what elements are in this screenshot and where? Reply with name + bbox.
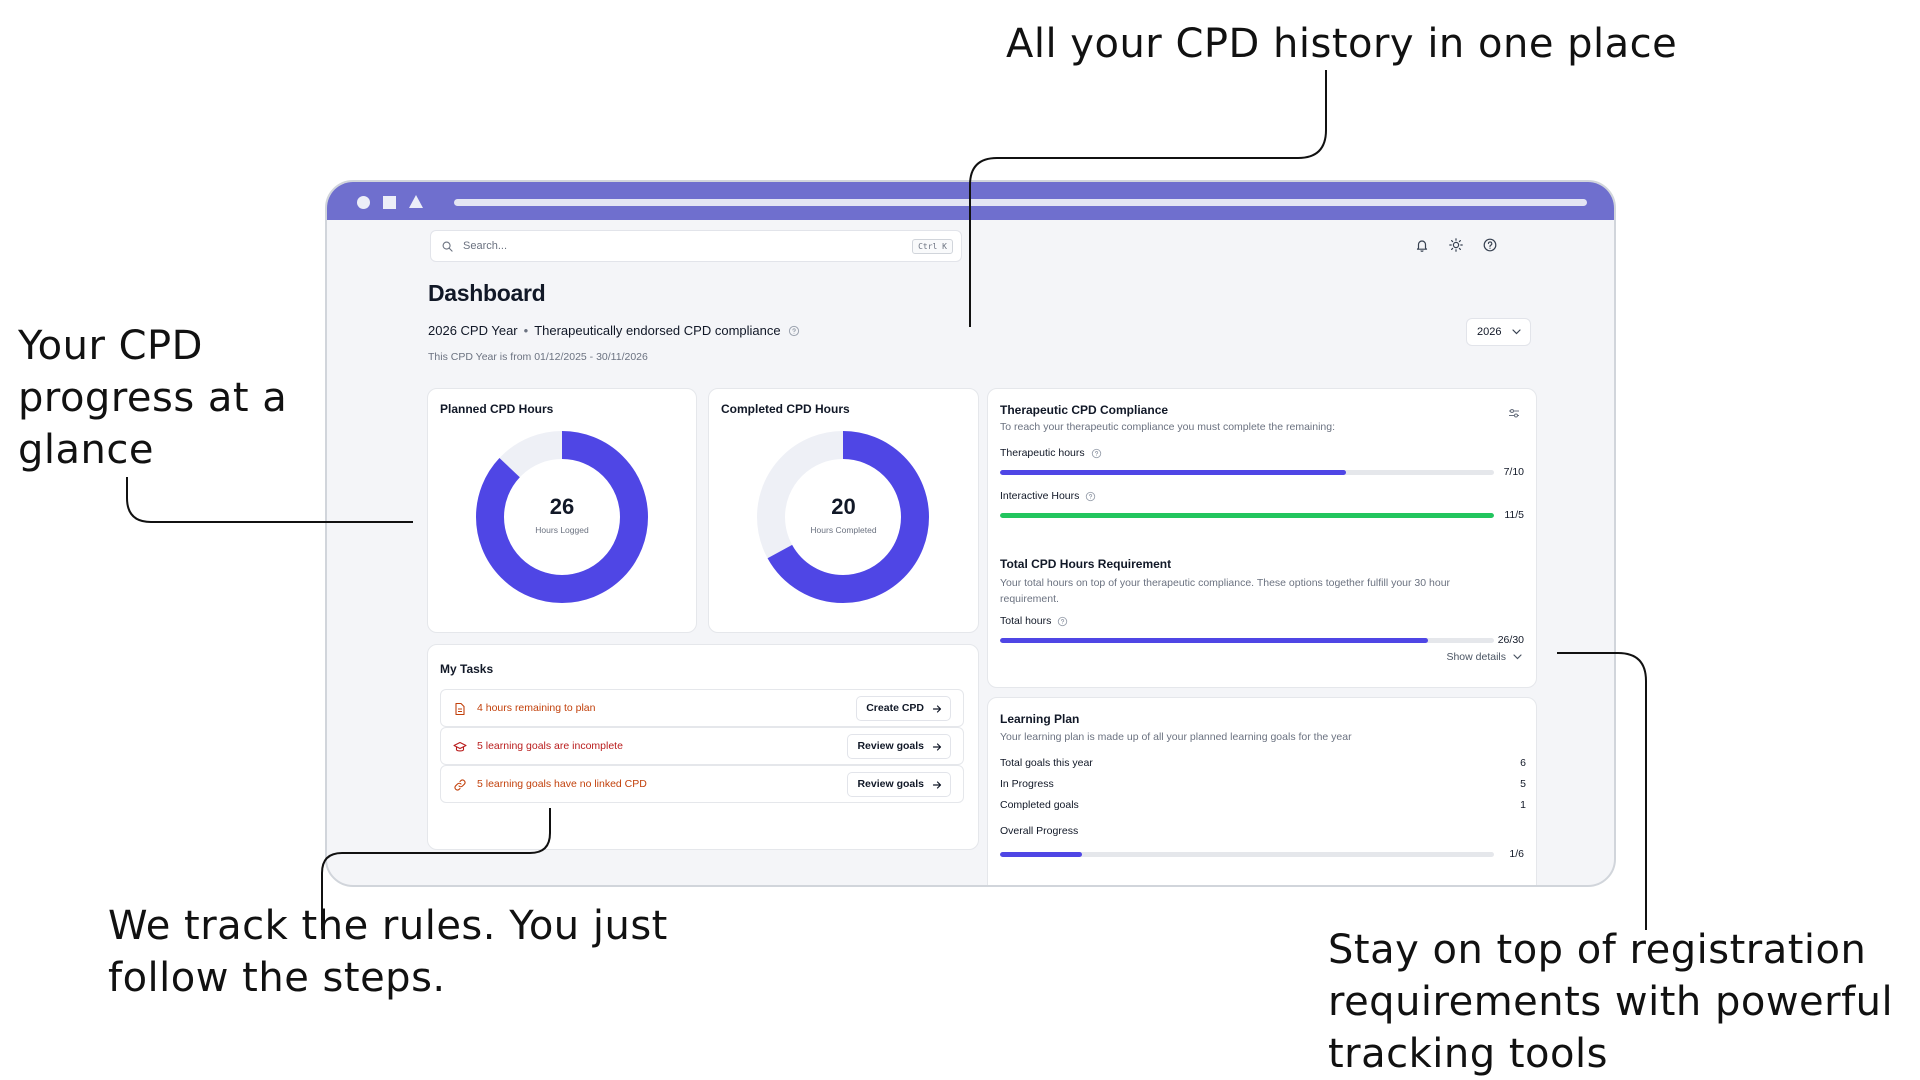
cpd-year-label: 2026 CPD Year bbox=[428, 323, 518, 338]
page-title: Dashboard bbox=[428, 280, 546, 306]
progress-fill bbox=[1000, 513, 1494, 518]
interactive-hours-label: Interactive Hours bbox=[1000, 490, 1096, 502]
metric-label-text: Interactive Hours bbox=[1000, 490, 1080, 502]
card-subtitle: To reach your therapeutic compliance you… bbox=[1000, 421, 1336, 433]
button-label: Create CPD bbox=[866, 702, 924, 714]
compliance-card: Therapeutic CPD Compliance To reach your… bbox=[987, 388, 1537, 688]
arrow-right-icon bbox=[932, 705, 942, 713]
link-icon bbox=[454, 779, 466, 791]
circle-icon bbox=[357, 196, 370, 209]
donut-label: Hours Completed bbox=[810, 525, 877, 535]
overall-progress-bar bbox=[1000, 852, 1494, 857]
total-hours-label: Total hours bbox=[1000, 615, 1068, 627]
triangle-icon bbox=[409, 195, 423, 208]
overall-progress-label: Overall Progress bbox=[1000, 825, 1079, 837]
total-hours-value: 26/30 bbox=[1497, 634, 1524, 646]
search-icon bbox=[442, 241, 453, 252]
therapeutic-hours-value: 7/10 bbox=[1503, 466, 1524, 478]
learning-stat-row: Total goals this year 6 bbox=[1000, 757, 1526, 769]
app-content: Ctrl K Dashboard 2026 CPD Year • Therape… bbox=[327, 220, 1614, 885]
interactive-hours-value: 11/5 bbox=[1504, 509, 1524, 521]
year-select-value: 2026 bbox=[1477, 326, 1502, 338]
stat-value: 1 bbox=[1520, 799, 1526, 811]
task-item: 5 learning goals have no linked CPD Revi… bbox=[440, 765, 964, 803]
stat-value: 5 bbox=[1520, 778, 1526, 790]
square-icon bbox=[383, 196, 396, 209]
card-title: Therapeutic CPD Compliance bbox=[1000, 403, 1169, 417]
task-item: 5 learning goals are incomplete Review g… bbox=[440, 727, 964, 765]
card-subtitle: Your learning plan is made up of all you… bbox=[1000, 731, 1352, 743]
card-title: My Tasks bbox=[440, 662, 494, 676]
callout-track-rules: We track the rules. You just follow the … bbox=[108, 903, 668, 1001]
overall-progress-value: 1/6 bbox=[1509, 848, 1524, 860]
create-cpd-button[interactable]: Create CPD bbox=[856, 696, 951, 721]
my-tasks-card: My Tasks 4 hours remaining to plan Creat… bbox=[427, 644, 979, 850]
donut-value: 26 bbox=[549, 494, 575, 519]
arrow-right-icon bbox=[932, 743, 942, 751]
stat-value: 6 bbox=[1520, 757, 1526, 769]
browser-titlebar bbox=[327, 182, 1614, 220]
callout-cpd-progress: Your CPD progress at a glance bbox=[18, 323, 288, 473]
cpd-year-range: This CPD Year is from 01/12/2025 - 30/11… bbox=[428, 351, 648, 363]
address-bar[interactable] bbox=[454, 199, 1587, 206]
planned-hours-card: Planned CPD Hours 26 Hours Logged bbox=[427, 388, 697, 633]
search-box[interactable]: Ctrl K bbox=[430, 230, 962, 262]
therapeutic-progress-bar bbox=[1000, 470, 1494, 475]
chevron-down-icon bbox=[1513, 654, 1522, 660]
help-icon[interactable] bbox=[1482, 237, 1498, 253]
completed-hours-card: Completed CPD Hours 20 Hours Completed bbox=[708, 388, 979, 633]
therapeutic-hours-label: Therapeutic hours bbox=[1000, 447, 1102, 459]
search-input[interactable] bbox=[463, 237, 863, 255]
donut-label: Hours Logged bbox=[535, 525, 589, 535]
total-requirement-title: Total CPD Hours Requirement bbox=[1000, 557, 1172, 571]
learning-stat-row: Completed goals 1 bbox=[1000, 799, 1526, 811]
task-text: 5 learning goals have no linked CPD bbox=[477, 778, 647, 790]
stat-label: Total goals this year bbox=[1000, 757, 1093, 769]
arrow-right-icon bbox=[932, 781, 942, 789]
show-details-label: Show details bbox=[1446, 651, 1506, 663]
search-shortcut: Ctrl K bbox=[912, 239, 953, 254]
card-title: Planned CPD Hours bbox=[440, 402, 554, 416]
stat-label: In Progress bbox=[1000, 778, 1054, 790]
donut-value: 20 bbox=[831, 494, 856, 519]
separator-dot: • bbox=[523, 323, 529, 338]
task-item: 4 hours remaining to plan Create CPD bbox=[440, 689, 964, 727]
learning-plan-card: Learning Plan Your learning plan is made… bbox=[987, 697, 1537, 885]
year-select[interactable]: 2026 bbox=[1466, 318, 1531, 346]
sun-icon[interactable] bbox=[1448, 237, 1464, 253]
compliance-subtitle: 2026 CPD Year • Therapeutically endorsed… bbox=[428, 323, 800, 338]
stat-label: Completed goals bbox=[1000, 799, 1079, 811]
card-title: Completed CPD Hours bbox=[721, 402, 850, 416]
help-circle-icon[interactable] bbox=[1085, 491, 1096, 502]
browser-window: Ctrl K Dashboard 2026 CPD Year • Therape… bbox=[325, 180, 1616, 887]
progress-fill bbox=[1000, 852, 1083, 857]
button-label: Review goals bbox=[857, 778, 924, 790]
help-circle-icon[interactable] bbox=[788, 325, 800, 337]
callout-cpd-history: All your CPD history in one place bbox=[1006, 21, 1678, 67]
progress-fill bbox=[1000, 638, 1429, 643]
sliders-icon[interactable] bbox=[1508, 407, 1520, 419]
document-icon bbox=[455, 702, 465, 716]
graduation-cap-icon bbox=[453, 741, 467, 752]
show-details-toggle[interactable]: Show details bbox=[1446, 651, 1522, 663]
interactive-progress-bar bbox=[1000, 513, 1494, 518]
learning-stat-row: In Progress 5 bbox=[1000, 778, 1526, 790]
callout-registration: Stay on top of registration requirements… bbox=[1328, 927, 1894, 1077]
card-title: Learning Plan bbox=[1000, 712, 1080, 726]
chevron-down-icon bbox=[1512, 329, 1521, 335]
review-goals-button[interactable]: Review goals bbox=[847, 772, 951, 797]
review-goals-button[interactable]: Review goals bbox=[847, 734, 951, 759]
total-progress-bar bbox=[1000, 638, 1494, 643]
compliance-type-label: Therapeutically endorsed CPD compliance bbox=[534, 323, 781, 338]
metric-label-text: Therapeutic hours bbox=[1000, 447, 1085, 459]
help-circle-icon[interactable] bbox=[1057, 616, 1068, 627]
help-circle-icon[interactable] bbox=[1091, 448, 1102, 459]
bell-icon[interactable] bbox=[1414, 237, 1430, 253]
task-text: 4 hours remaining to plan bbox=[477, 702, 596, 714]
task-text: 5 learning goals are incomplete bbox=[477, 740, 623, 752]
metric-label-text: Total hours bbox=[1000, 615, 1052, 627]
progress-fill bbox=[1000, 470, 1346, 475]
button-label: Review goals bbox=[857, 740, 924, 752]
total-requirement-desc: Your total hours on top of your therapeu… bbox=[1000, 577, 1451, 605]
